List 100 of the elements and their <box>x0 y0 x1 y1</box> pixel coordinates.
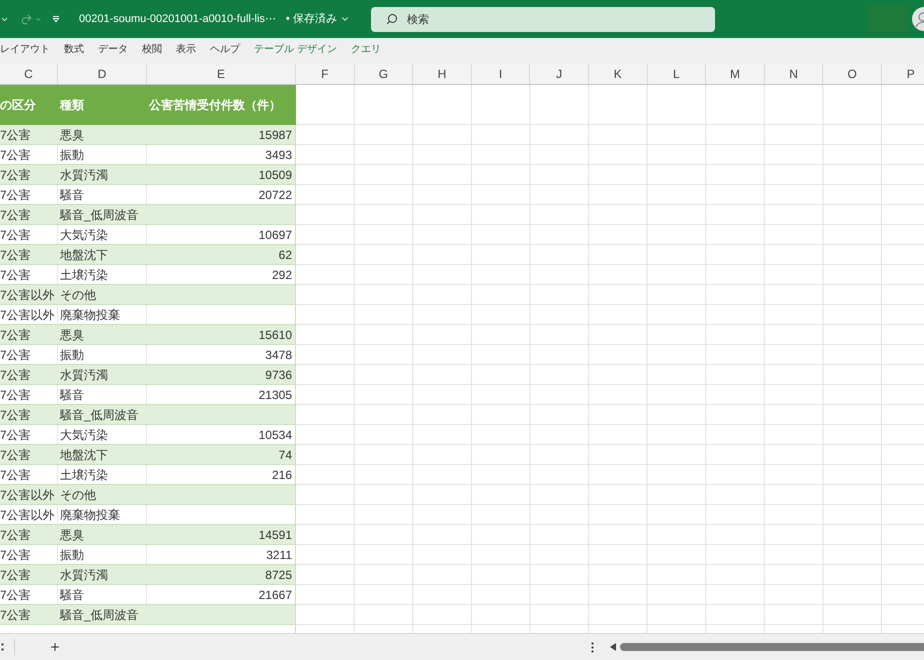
column-header[interactable]: I <box>472 64 530 84</box>
table-cell: 7公害 <box>0 208 31 220</box>
table-cell: 7公害 <box>0 548 31 560</box>
table-cell: 7公害以外 <box>0 288 55 300</box>
table-cell: 9736 <box>265 368 292 380</box>
table-cell: 74 <box>278 448 292 460</box>
table-cell: 騒音 <box>60 388 84 400</box>
table-cell: 7公害 <box>0 188 31 200</box>
table-cell: 騒音_低周波音 <box>60 608 139 620</box>
more-vertical-icon[interactable] <box>591 642 594 652</box>
ribbon-tab[interactable]: レイアウト <box>0 40 50 62</box>
table-cell: 7公害 <box>0 588 31 600</box>
table-cell: 地盤沈下 <box>60 248 108 260</box>
table-cell: 地盤沈下 <box>60 448 108 460</box>
add-sheet-icon[interactable] <box>49 641 61 653</box>
table-cell: 大気汚染 <box>60 228 108 240</box>
table-cell: 216 <box>272 468 292 480</box>
header-cell-text: 公害苦情受付件数（件） <box>148 97 282 114</box>
table-cell: 7公害 <box>0 468 31 480</box>
table-cell: 水質汚濁 <box>60 368 108 380</box>
table-cell: 7公害 <box>0 128 31 140</box>
column-header[interactable]: D <box>58 64 147 84</box>
table-cell: 振動 <box>60 348 84 360</box>
table-cell: 水質汚濁 <box>60 168 108 180</box>
table-cell: 騒音 <box>60 188 84 200</box>
ribbon-tab[interactable]: 校閲 <box>142 40 162 62</box>
table-cell: 7公害 <box>0 408 31 420</box>
column-header[interactable]: M <box>706 64 765 84</box>
table-cell: 悪臭 <box>60 328 84 340</box>
ribbon-tab[interactable]: ヘルプ <box>210 40 240 62</box>
column-header[interactable]: L <box>648 64 706 84</box>
table-cell: 7公害 <box>0 228 31 240</box>
table-cell: 8725 <box>265 568 292 580</box>
table-cell: 7公害 <box>0 168 31 180</box>
table-cell: 水質汚濁 <box>60 568 108 580</box>
table-cell: 10697 <box>258 228 292 240</box>
column-header[interactable]: F <box>296 64 355 84</box>
header-cell-text: 種類 <box>58 97 85 114</box>
table-cell: 7公害 <box>0 568 31 580</box>
table-cell: 7公害以外 <box>0 508 55 520</box>
table-cell: 14591 <box>258 528 292 540</box>
table-cell: 3211 <box>266 548 292 560</box>
table-cell: 20722 <box>258 188 292 200</box>
scrollbar-thumb[interactable] <box>620 643 924 651</box>
table-cell: 土壌汚染 <box>60 468 108 480</box>
table-cell: 7公害 <box>0 348 31 360</box>
table-cell: 15610 <box>258 328 292 340</box>
column-header[interactable]: P <box>882 64 924 84</box>
table-cell: 悪臭 <box>60 528 84 540</box>
cell-grid[interactable] <box>296 85 924 633</box>
table-cell: 21667 <box>258 588 292 600</box>
table-cell: 15987 <box>258 128 292 140</box>
table-cell: 7公害以外 <box>0 488 55 500</box>
table-cell: 7公害 <box>0 248 31 260</box>
save-status[interactable]: • 保存済み <box>286 10 337 28</box>
column-header[interactable]: K <box>588 64 648 84</box>
table-cell: 7公害 <box>0 448 31 460</box>
table-cell: 7公害 <box>0 528 31 540</box>
ribbon-tab[interactable]: データ <box>98 40 128 62</box>
table-cell: 7公害 <box>0 428 31 440</box>
file-name[interactable]: 00201-soumu-00201001-a0010-full-lis⋯ <box>79 10 276 28</box>
table-cell: 廃棄物投棄 <box>60 508 120 520</box>
column-header[interactable]: C <box>0 64 58 84</box>
table-cell: 7公害 <box>0 148 31 160</box>
column-header[interactable]: E <box>147 64 296 84</box>
table-cell: 3478 <box>265 348 292 360</box>
table-cell: 10509 <box>258 168 292 180</box>
table-cell: 7公害 <box>0 328 31 340</box>
table-cell: その他 <box>60 288 96 300</box>
column-header[interactable]: H <box>413 64 472 84</box>
ribbon-tab[interactable]: 表示 <box>176 40 196 62</box>
ribbon-tab[interactable]: 数式 <box>64 40 84 62</box>
table-cell: 21305 <box>258 388 292 400</box>
search-icon <box>386 13 398 25</box>
column-header[interactable]: J <box>530 64 589 84</box>
column-header[interactable]: O <box>823 64 882 84</box>
search-field[interactable]: 検索 <box>371 7 715 32</box>
table-cell: 3493 <box>265 148 292 160</box>
table-cell: 大気汚染 <box>60 428 108 440</box>
table-cell: 騒音_低周波音 <box>60 208 139 220</box>
table-cell: 廃棄物投棄 <box>60 308 120 320</box>
table-cell: その他 <box>60 488 96 500</box>
customize-icon[interactable] <box>52 15 60 23</box>
table-cell: 62 <box>278 248 292 260</box>
header-cell-text: の区分 <box>0 97 37 114</box>
dots-icon[interactable] <box>1 643 4 651</box>
column-header[interactable]: N <box>764 64 824 84</box>
table-cell: 悪臭 <box>60 128 84 140</box>
table-cell: 騒音 <box>60 588 84 600</box>
table-cell: 騒音_低周波音 <box>60 408 139 420</box>
ribbon-tab[interactable]: クエリ <box>350 40 381 62</box>
table-cell: 292 <box>272 268 292 280</box>
ribbon-tab[interactable]: テーブル デザイン <box>254 40 337 62</box>
scroll-left-icon[interactable] <box>610 643 616 651</box>
table-cell: 7公害以外 <box>0 308 55 320</box>
table-cell: 7公害 <box>0 268 31 280</box>
table-cell: 10534 <box>258 428 292 440</box>
column-header[interactable]: G <box>354 64 414 84</box>
avatar-icon[interactable] <box>912 7 924 31</box>
table-cell: 7公害 <box>0 608 31 620</box>
